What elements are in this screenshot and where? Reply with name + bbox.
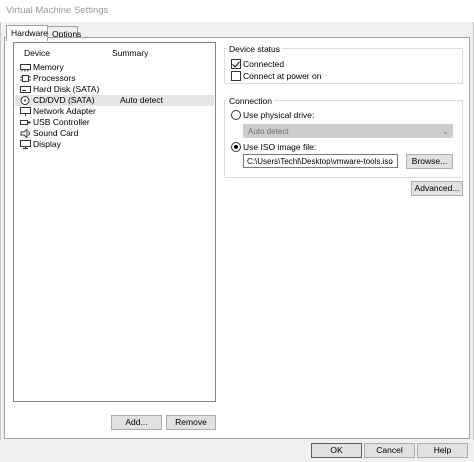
connection-label: Connection — [227, 96, 275, 106]
usb-icon — [20, 118, 31, 127]
device-name: Network Adapter — [33, 106, 96, 116]
device-row-cd-dvd[interactable]: CD/DVD (SATA) Auto detect — [15, 95, 214, 106]
physical-drive-dropdown: Auto detect ⌄ — [243, 124, 453, 138]
physical-drive-value: Auto detect — [248, 127, 289, 136]
memory-icon — [20, 63, 31, 72]
cd-dvd-icon — [20, 96, 31, 105]
device-name: CD/DVD (SATA) — [33, 95, 95, 105]
use-iso-radio[interactable] — [231, 142, 241, 152]
connect-at-power-on-checkbox[interactable] — [231, 71, 241, 81]
window-title: Virtual Machine Settings — [6, 5, 109, 16]
device-name: USB Controller — [33, 117, 90, 127]
display-icon — [20, 140, 31, 149]
device-name: Hard Disk (SATA) — [33, 84, 100, 94]
chevron-down-icon: ⌄ — [442, 127, 449, 136]
device-column-header: Device — [24, 48, 50, 58]
cancel-button[interactable]: Cancel — [364, 443, 415, 458]
summary-column-header: Summary — [112, 48, 149, 58]
iso-path-combo[interactable]: C:\Users\Techl\Desktop\vmware-tools.iso … — [243, 154, 398, 168]
device-name: Sound Card — [33, 128, 79, 138]
advanced-button[interactable]: Advanced... — [411, 181, 463, 196]
hard-disk-icon — [20, 85, 31, 94]
device-status-label: Device status — [227, 44, 283, 54]
device-list[interactable]: Device Summary Memory Processors Hard Di… — [13, 42, 216, 402]
device-row-network-adapter[interactable]: Network Adapter — [15, 106, 214, 117]
ok-button[interactable]: OK — [311, 443, 362, 458]
remove-button[interactable]: Remove — [166, 415, 216, 430]
device-row-display[interactable]: Display — [15, 139, 214, 150]
use-physical-drive-radio[interactable] — [231, 110, 241, 120]
chevron-down-icon[interactable]: ⌄ — [387, 157, 394, 166]
help-button[interactable]: Help — [417, 443, 468, 458]
processor-icon — [20, 74, 31, 83]
hardware-panel: Device Summary Memory Processors Hard Di… — [4, 37, 470, 439]
device-row-sound-card[interactable]: Sound Card — [15, 128, 214, 139]
device-row-hard-disk[interactable]: Hard Disk (SATA) — [15, 84, 214, 95]
use-iso-label: Use ISO image file: — [243, 142, 317, 152]
dialog-footer: OK Cancel Help — [0, 440, 474, 462]
title-bar: Virtual Machine Settings — [0, 0, 474, 22]
device-name: Display — [33, 139, 61, 149]
connected-checkbox[interactable] — [231, 59, 241, 69]
connect-at-power-on-label: Connect at power on — [243, 71, 322, 81]
device-name: Memory — [33, 62, 64, 72]
device-row-memory[interactable]: Memory — [15, 62, 214, 73]
device-name: Processors — [33, 73, 76, 83]
tab-hardware[interactable]: Hardware — [6, 25, 48, 41]
connected-label: Connected — [243, 59, 285, 69]
device-summary: Auto detect — [120, 95, 164, 105]
device-row-processors[interactable]: Processors — [15, 73, 214, 84]
iso-path-value: C:\Users\Techl\Desktop\vmware-tools.iso — [247, 157, 393, 166]
browse-button[interactable]: Browse... — [406, 154, 453, 169]
network-adapter-icon — [20, 107, 31, 116]
device-row-usb-controller[interactable]: USB Controller — [15, 117, 214, 128]
add-button[interactable]: Add... — [111, 415, 162, 430]
tab-hardware-label: Hardware — [11, 28, 48, 38]
use-physical-drive-label: Use physical drive: — [243, 110, 315, 120]
sound-card-icon — [20, 128, 31, 139]
